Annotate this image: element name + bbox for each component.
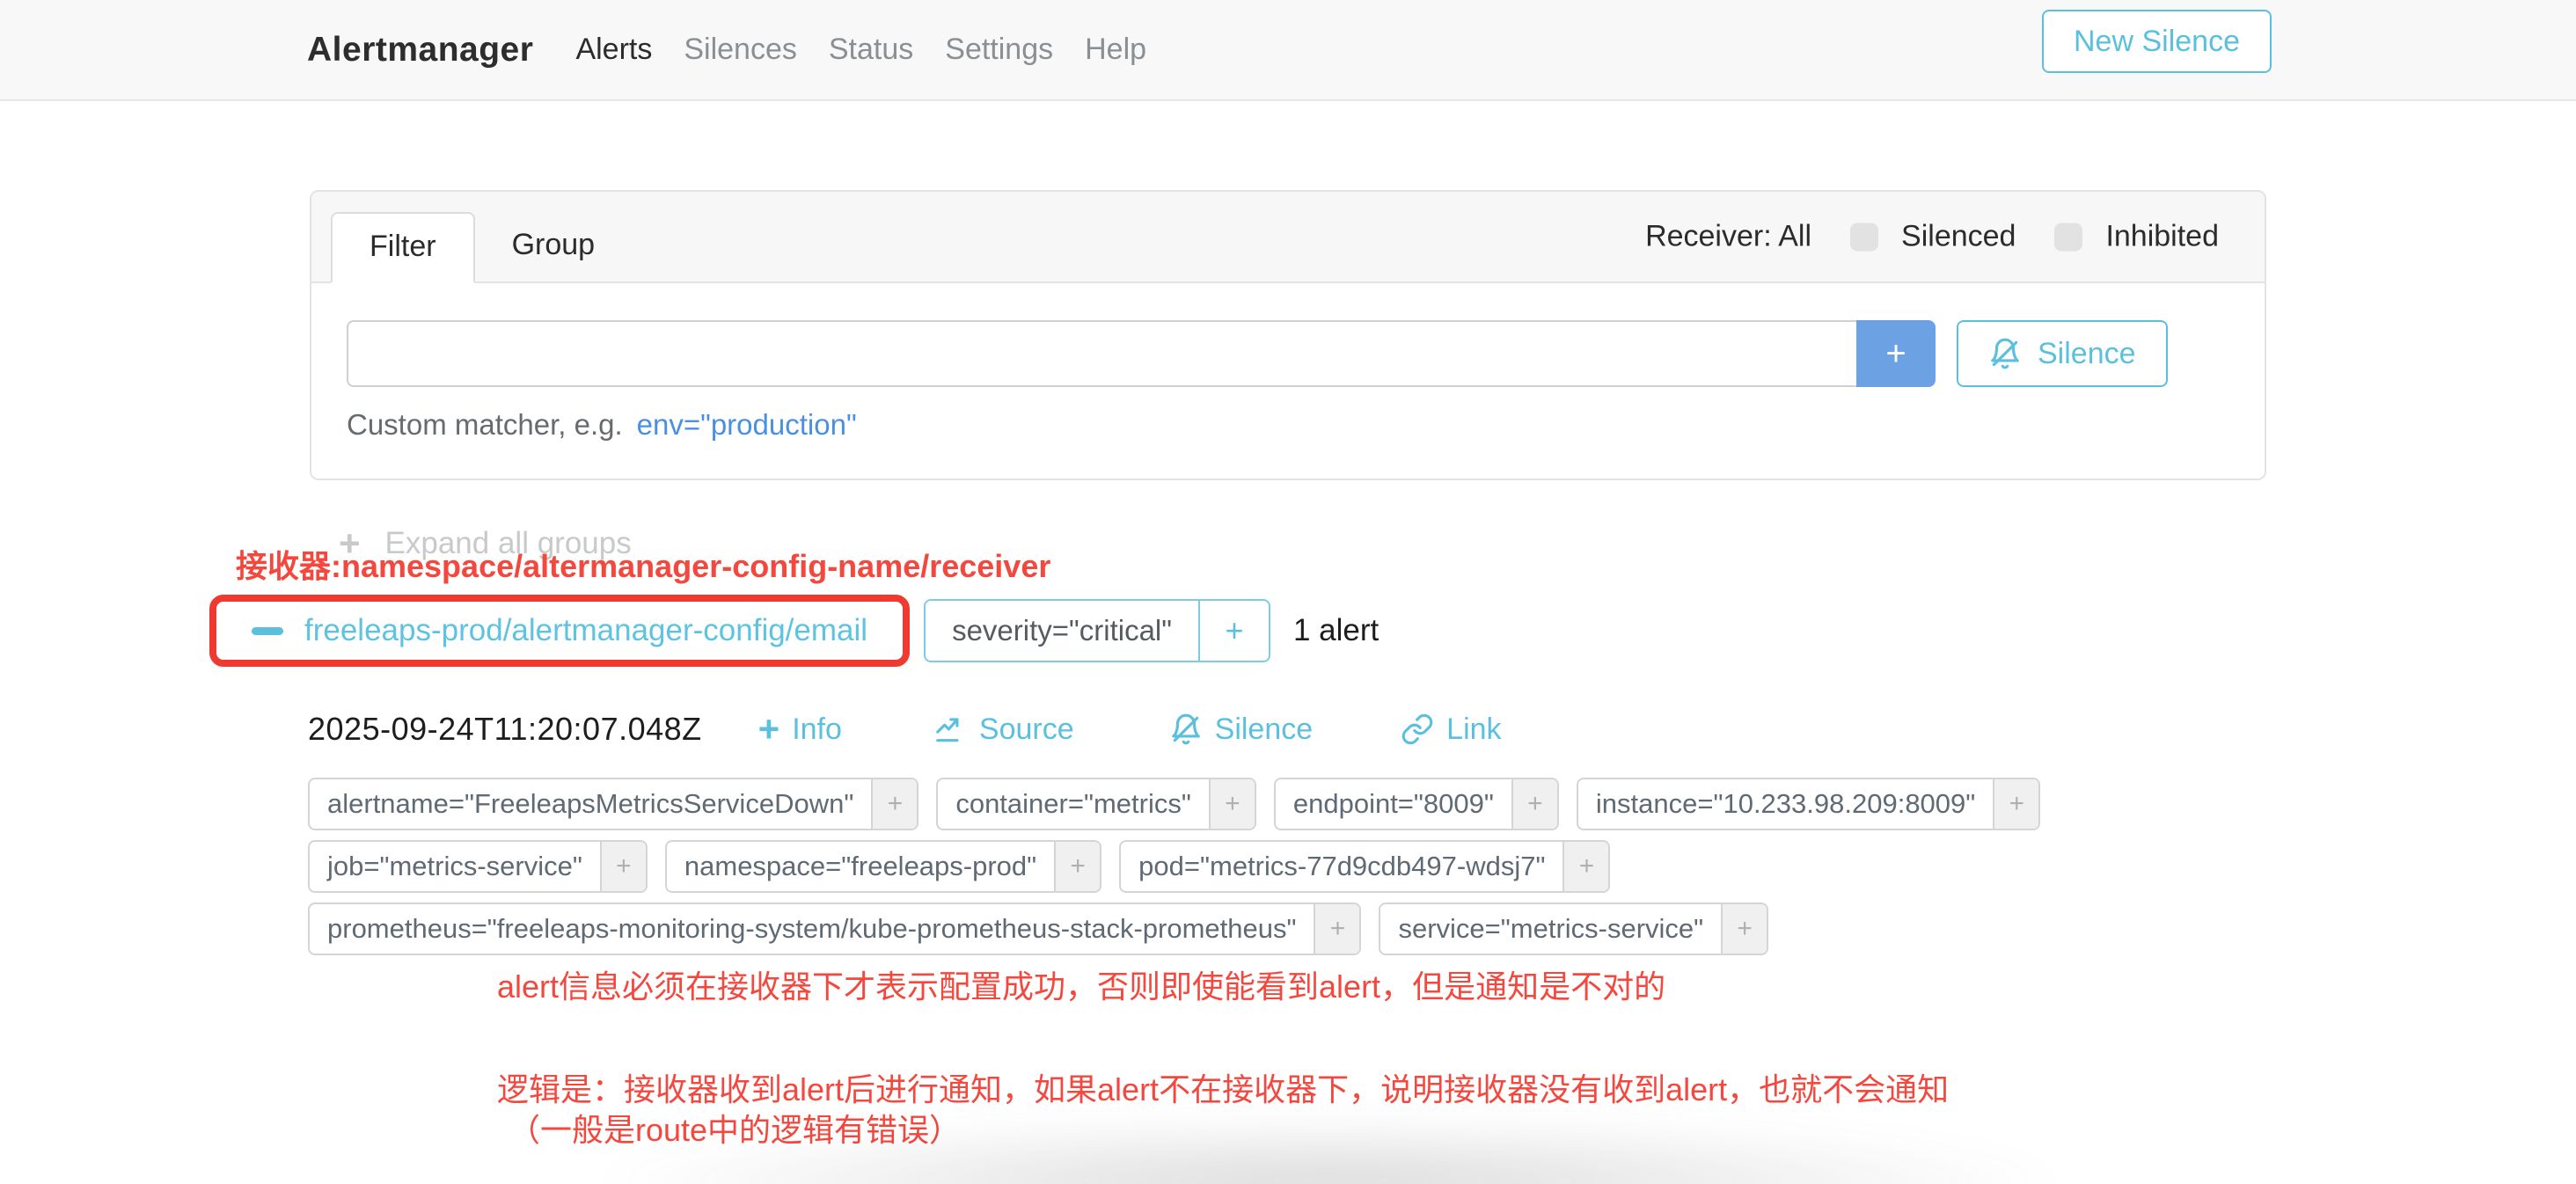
label-tag: prometheus="freeleaps-monitoring-system/… bbox=[308, 903, 1361, 955]
minus-icon bbox=[252, 627, 283, 635]
alert-info-label: Info bbox=[792, 713, 842, 747]
label-tag-add-button[interactable]: + bbox=[1993, 779, 2038, 829]
alert-link-button[interactable]: Link bbox=[1401, 713, 1501, 747]
label-tag-text: pod="metrics-77d9cdb497-wdsj7" bbox=[1121, 842, 1562, 891]
alertmanager-page: Alertmanager Alerts Silences Status Sett… bbox=[0, 0, 2576, 1184]
label-tag-text: instance="10.233.98.209:8009" bbox=[1578, 779, 1993, 829]
label-tag-text: job="metrics-service" bbox=[310, 842, 600, 891]
nav-item-settings[interactable]: Settings bbox=[945, 33, 1053, 67]
label-tag-text: endpoint="8009" bbox=[1276, 779, 1511, 829]
add-matcher-button[interactable]: + bbox=[1856, 320, 1936, 387]
label-row: prometheus="freeleaps-monitoring-system/… bbox=[308, 903, 2155, 955]
alert-count: 1 alert bbox=[1293, 613, 1379, 648]
nav-item-status[interactable]: Status bbox=[829, 33, 913, 67]
alert-silence-button[interactable]: Silence bbox=[1169, 713, 1314, 747]
filter-header-controls: Receiver: All Silenced Inhibited bbox=[1645, 220, 2219, 254]
inhibited-checkbox[interactable] bbox=[2054, 223, 2082, 251]
receiver-group-name: freeleaps-prod/alertmanager-config/email bbox=[304, 613, 867, 648]
navbar: Alertmanager Alerts Silences Status Sett… bbox=[0, 0, 2576, 101]
label-tag-add-button[interactable]: + bbox=[1562, 842, 1608, 891]
custom-matcher-example-link[interactable]: env="production" bbox=[637, 408, 857, 442]
label-tag: endpoint="8009" + bbox=[1274, 778, 1559, 830]
annotation-logic-note: 逻辑是：接收器收到alert后进行通知，如果alert不在接收器下，说明接收器没… bbox=[497, 1064, 1949, 1110]
group-matcher-chip: severity="critical" + bbox=[924, 599, 1270, 662]
link-icon bbox=[1401, 713, 1434, 746]
label-tag-add-button[interactable]: + bbox=[1054, 842, 1100, 891]
custom-matcher-hint: Custom matcher, e.g. env="production" bbox=[347, 408, 2229, 442]
nav-items: Alerts Silences Status Settings Help bbox=[575, 33, 1146, 67]
filter-card-body: + Silence Custom matcher, e.g. env="prod… bbox=[311, 283, 2265, 442]
alert-header-row: 2025-09-24T11:20:07.048Z + Info Source S… bbox=[308, 711, 1502, 748]
nav-item-alerts[interactable]: Alerts bbox=[575, 33, 652, 67]
silenced-checkbox[interactable] bbox=[1850, 223, 1878, 251]
label-tag-text: namespace="freeleaps-prod" bbox=[667, 842, 1054, 891]
label-tag: alertname="FreeleapsMetricsServiceDown" … bbox=[308, 778, 918, 830]
filter-tabs: Filter Group bbox=[331, 212, 632, 283]
receiver-filter-label[interactable]: Receiver: All bbox=[1645, 220, 1811, 254]
label-tag-text: container="metrics" bbox=[938, 779, 1209, 829]
label-tag-text: prometheus="freeleaps-monitoring-system/… bbox=[310, 904, 1314, 954]
label-tag-add-button[interactable]: + bbox=[1314, 904, 1359, 954]
custom-matcher-hint-text: Custom matcher, e.g. bbox=[347, 408, 623, 442]
label-tag: job="metrics-service" + bbox=[308, 840, 648, 893]
tab-group[interactable]: Group bbox=[475, 212, 633, 283]
label-row: alertname="FreeleapsMetricsServiceDown" … bbox=[308, 778, 2155, 830]
label-row: job="metrics-service" + namespace="freel… bbox=[308, 840, 2155, 893]
bell-slash-icon bbox=[1988, 337, 2022, 370]
tab-filter[interactable]: Filter bbox=[331, 212, 475, 283]
inhibited-checkbox-label: Inhibited bbox=[2105, 220, 2219, 254]
alert-source-button[interactable]: Source bbox=[933, 713, 1074, 747]
label-tag: container="metrics" + bbox=[936, 778, 1256, 830]
label-tag-add-button[interactable]: + bbox=[871, 779, 917, 829]
alert-timestamp: 2025-09-24T11:20:07.048Z bbox=[308, 711, 702, 748]
matcher-input-group: + Silence bbox=[347, 320, 2229, 387]
group-matcher-text: severity="critical" bbox=[926, 601, 1198, 661]
label-tag-add-button[interactable]: + bbox=[600, 842, 646, 891]
label-tag: instance="10.233.98.209:8009" + bbox=[1577, 778, 2040, 830]
alert-link-label: Link bbox=[1446, 713, 1501, 747]
label-tag: namespace="freeleaps-prod" + bbox=[665, 840, 1101, 893]
alert-silence-label: Silence bbox=[1215, 713, 1314, 747]
nav-item-help[interactable]: Help bbox=[1085, 33, 1146, 67]
annotation-route-note: （一般是route中的逻辑有错误） bbox=[509, 1105, 961, 1151]
plus-icon: + bbox=[758, 711, 780, 748]
label-tag: service="metrics-service" + bbox=[1379, 903, 1768, 955]
inhibited-checkbox-group[interactable]: Inhibited bbox=[2054, 220, 2219, 254]
filter-card: Filter Group Receiver: All Silenced Inhi… bbox=[310, 190, 2266, 480]
nav-item-silences[interactable]: Silences bbox=[684, 33, 797, 67]
label-tag-add-button[interactable]: + bbox=[1721, 904, 1767, 954]
bell-slash-icon bbox=[1169, 713, 1203, 746]
alert-source-label: Source bbox=[979, 713, 1074, 747]
silenced-checkbox-group[interactable]: Silenced bbox=[1850, 220, 2016, 254]
receiver-group-row: freeleaps-prod/alertmanager-config/email… bbox=[209, 595, 1379, 667]
annotation-red-box: freeleaps-prod/alertmanager-config/email bbox=[209, 595, 910, 667]
receiver-group-button[interactable]: freeleaps-prod/alertmanager-config/email bbox=[216, 602, 903, 660]
filter-card-header: Filter Group Receiver: All Silenced Inhi… bbox=[311, 192, 2265, 283]
silenced-checkbox-label: Silenced bbox=[1901, 220, 2016, 254]
alert-info-button[interactable]: + Info bbox=[758, 711, 842, 748]
chart-icon bbox=[933, 713, 967, 746]
annotation-receiver-note: 接收器:namespace/altermanager-config-name/r… bbox=[236, 541, 1050, 587]
annotation-config-success-note: alert信息必须在接收器下才表示配置成功，否则即使能看到alert，但是通知是… bbox=[497, 961, 1665, 1007]
filter-silence-button[interactable]: Silence bbox=[1957, 320, 2168, 387]
group-matcher-add-button[interactable]: + bbox=[1198, 601, 1269, 661]
label-tag-text: alertname="FreeleapsMetricsServiceDown" bbox=[310, 779, 871, 829]
label-tag-text: service="metrics-service" bbox=[1380, 904, 1721, 954]
alert-label-list: alertname="FreeleapsMetricsServiceDown" … bbox=[308, 778, 2155, 965]
new-silence-button[interactable]: New Silence bbox=[2042, 10, 2272, 73]
filter-silence-label: Silence bbox=[2038, 337, 2136, 371]
label-tag-add-button[interactable]: + bbox=[1209, 779, 1255, 829]
matcher-input[interactable] bbox=[347, 320, 1856, 387]
label-tag: pod="metrics-77d9cdb497-wdsj7" + bbox=[1119, 840, 1610, 893]
app-brand: Alertmanager bbox=[307, 31, 533, 69]
label-tag-add-button[interactable]: + bbox=[1511, 779, 1557, 829]
